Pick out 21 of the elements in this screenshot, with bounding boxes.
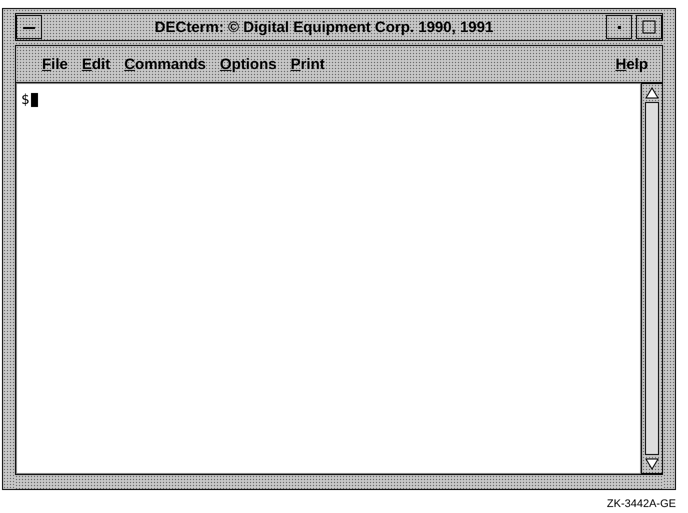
scroll-up-icon xyxy=(644,86,660,100)
maximize-icon xyxy=(642,20,656,34)
maximize-button[interactable] xyxy=(636,15,662,39)
text-cursor xyxy=(31,93,38,107)
figure-code: ZK-3442A-GE xyxy=(606,498,676,510)
menu-item[interactable]: Edit xyxy=(82,56,110,72)
menu-item[interactable]: Commands xyxy=(124,56,206,72)
window-title: DECterm: © Digital Equipment Corp. 1990, 1991 xyxy=(154,18,494,36)
scroll-down-icon xyxy=(644,457,660,471)
minimize-icon xyxy=(615,23,623,31)
scroll-thumb[interactable] xyxy=(645,102,659,455)
window-menu-button[interactable] xyxy=(16,15,42,39)
menu-item[interactable]: Options xyxy=(220,56,277,72)
menu-item[interactable]: Print xyxy=(290,56,325,72)
terminal-area[interactable]: $ xyxy=(16,83,641,474)
menu-icon xyxy=(22,24,36,30)
prompt: $ xyxy=(21,92,30,108)
menu-item[interactable]: File xyxy=(42,56,68,72)
minimize-button[interactable] xyxy=(606,15,632,39)
scrollbar[interactable] xyxy=(641,83,663,474)
menu-item[interactable]: Help xyxy=(615,56,648,72)
